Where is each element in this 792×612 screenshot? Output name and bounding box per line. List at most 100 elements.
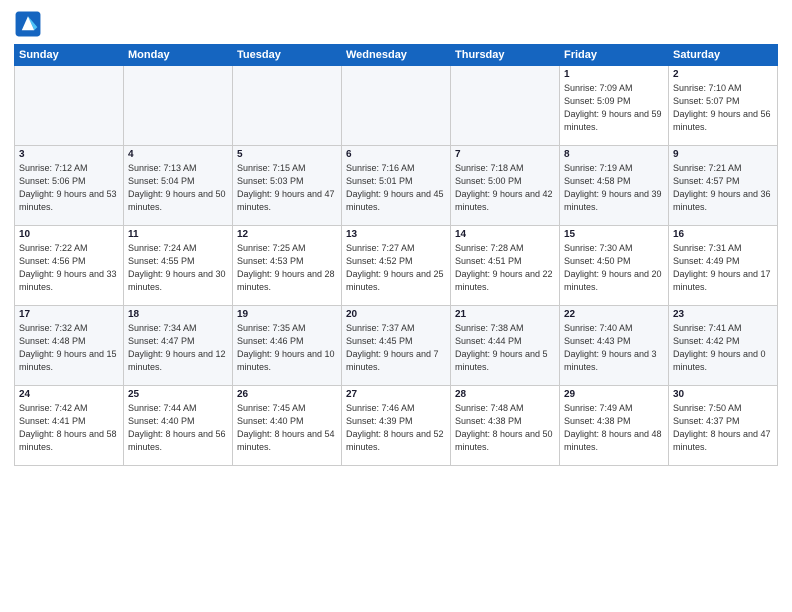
main-container: SundayMondayTuesdayWednesdayThursdayFrid… [0, 0, 792, 474]
day-info: Sunrise: 7:37 AM Sunset: 4:45 PM Dayligh… [346, 322, 446, 374]
calendar-cell [15, 66, 124, 146]
day-number: 26 [237, 389, 337, 400]
day-info: Sunrise: 7:45 AM Sunset: 4:40 PM Dayligh… [237, 402, 337, 454]
day-number: 22 [564, 309, 664, 320]
calendar-cell: 12Sunrise: 7:25 AM Sunset: 4:53 PM Dayli… [233, 226, 342, 306]
weekday-header-monday: Monday [124, 45, 233, 66]
calendar-cell: 20 Sunrise: 7:37 AM Sunset: 4:45 PM Dayli… [342, 306, 451, 386]
day-info: Sunrise: 7:28 AM Sunset: 4:51 PM Dayligh… [455, 242, 555, 294]
calendar-cell: 13 Sunrise: 7:27 AM Sunset: 4:52 PM Dayli… [342, 226, 451, 306]
calendar-cell: 18 Sunrise: 7:34 AM Sunset: 4:47 PM Dayli… [124, 306, 233, 386]
day-number: 27 [346, 389, 446, 400]
day-number: 14 [455, 229, 555, 240]
calendar-cell: 26 Sunrise: 7:45 AM Sunset: 4:40 PM Dayli… [233, 386, 342, 466]
day-info: Sunrise: 7:42 AM Sunset: 4:41 PM Dayligh… [19, 402, 119, 454]
weekday-header-sunday: Sunday [15, 45, 124, 66]
weekday-header-saturday: Saturday [669, 45, 778, 66]
calendar-table: SundayMondayTuesdayWednesdayThursdayFrid… [14, 44, 778, 466]
calendar-cell: 5 Sunrise: 7:15 AM Sunset: 5:03 PM Daylig… [233, 146, 342, 226]
weekday-header-thursday: Thursday [451, 45, 560, 66]
day-number: 24 [19, 389, 119, 400]
calendar-cell: 17 Sunrise: 7:32 AM Sunset: 4:48 PM Dayli… [15, 306, 124, 386]
week-row-4: 17 Sunrise: 7:32 AM Sunset: 4:48 PM Dayli… [15, 306, 778, 386]
calendar-cell: 27 Sunrise: 7:46 AM Sunset: 4:39 PM Dayli… [342, 386, 451, 466]
day-info: Sunrise: 7:12 AM Sunset: 5:06 PM Dayligh… [19, 162, 119, 214]
day-number: 10 [19, 229, 119, 240]
day-info: Sunrise: 7:27 AM Sunset: 4:52 PM Dayligh… [346, 242, 446, 294]
calendar-cell: 10 Sunrise: 7:22 AM Sunset: 4:56 PM Dayli… [15, 226, 124, 306]
calendar-cell: 6 Sunrise: 7:16 AM Sunset: 5:01 PM Daylig… [342, 146, 451, 226]
calendar-cell: 16Sunrise: 7:31 AM Sunset: 4:49 PM Dayli… [669, 226, 778, 306]
day-number: 17 [19, 309, 119, 320]
calendar-cell: 29Sunrise: 7:49 AM Sunset: 4:38 PM Dayli… [560, 386, 669, 466]
day-number: 25 [128, 389, 228, 400]
day-info: Sunrise: 7:44 AM Sunset: 4:40 PM Dayligh… [128, 402, 228, 454]
week-row-5: 24 Sunrise: 7:42 AM Sunset: 4:41 PM Dayli… [15, 386, 778, 466]
day-info: Sunrise: 7:09 AM Sunset: 5:09 PM Dayligh… [564, 82, 664, 134]
day-info: Sunrise: 7:24 AM Sunset: 4:55 PM Dayligh… [128, 242, 228, 294]
week-row-2: 3Sunrise: 7:12 AM Sunset: 5:06 PM Daylig… [15, 146, 778, 226]
day-number: 21 [455, 309, 555, 320]
calendar-cell: 4Sunrise: 7:13 AM Sunset: 5:04 PM Daylig… [124, 146, 233, 226]
calendar-cell: 25 Sunrise: 7:44 AM Sunset: 4:40 PM Dayli… [124, 386, 233, 466]
day-info: Sunrise: 7:46 AM Sunset: 4:39 PM Dayligh… [346, 402, 446, 454]
weekday-header-wednesday: Wednesday [342, 45, 451, 66]
day-info: Sunrise: 7:19 AM Sunset: 4:58 PM Dayligh… [564, 162, 664, 214]
day-info: Sunrise: 7:22 AM Sunset: 4:56 PM Dayligh… [19, 242, 119, 294]
calendar-cell [342, 66, 451, 146]
calendar-cell: 9 Sunrise: 7:21 AM Sunset: 4:57 PM Daylig… [669, 146, 778, 226]
day-number: 12 [237, 229, 337, 240]
day-info: Sunrise: 7:21 AM Sunset: 4:57 PM Dayligh… [673, 162, 773, 214]
day-info: Sunrise: 7:30 AM Sunset: 4:50 PM Dayligh… [564, 242, 664, 294]
day-number: 9 [673, 149, 773, 160]
day-number: 5 [237, 149, 337, 160]
header [14, 10, 778, 38]
day-number: 6 [346, 149, 446, 160]
calendar-cell: 15 Sunrise: 7:30 AM Sunset: 4:50 PM Dayli… [560, 226, 669, 306]
day-info: Sunrise: 7:48 AM Sunset: 4:38 PM Dayligh… [455, 402, 555, 454]
day-number: 19 [237, 309, 337, 320]
calendar-cell: 2Sunrise: 7:10 AM Sunset: 5:07 PM Daylig… [669, 66, 778, 146]
day-number: 18 [128, 309, 228, 320]
day-info: Sunrise: 7:13 AM Sunset: 5:04 PM Dayligh… [128, 162, 228, 214]
week-row-1: 1 Sunrise: 7:09 AM Sunset: 5:09 PM Daylig… [15, 66, 778, 146]
weekday-header-row: SundayMondayTuesdayWednesdayThursdayFrid… [15, 45, 778, 66]
calendar-cell: 21Sunrise: 7:38 AM Sunset: 4:44 PM Dayli… [451, 306, 560, 386]
weekday-header-tuesday: Tuesday [233, 45, 342, 66]
calendar-cell [233, 66, 342, 146]
weekday-header-friday: Friday [560, 45, 669, 66]
day-info: Sunrise: 7:41 AM Sunset: 4:42 PM Dayligh… [673, 322, 773, 374]
calendar-cell: 14 Sunrise: 7:28 AM Sunset: 4:51 PM Dayli… [451, 226, 560, 306]
calendar-cell [451, 66, 560, 146]
calendar-cell: 22 Sunrise: 7:40 AM Sunset: 4:43 PM Dayli… [560, 306, 669, 386]
day-number: 28 [455, 389, 555, 400]
calendar-cell: 1 Sunrise: 7:09 AM Sunset: 5:09 PM Daylig… [560, 66, 669, 146]
logo [14, 10, 44, 38]
logo-icon [14, 10, 42, 38]
day-info: Sunrise: 7:15 AM Sunset: 5:03 PM Dayligh… [237, 162, 337, 214]
week-row-3: 10 Sunrise: 7:22 AM Sunset: 4:56 PM Dayli… [15, 226, 778, 306]
day-number: 29 [564, 389, 664, 400]
day-number: 30 [673, 389, 773, 400]
calendar-cell: 30Sunrise: 7:50 AM Sunset: 4:37 PM Dayli… [669, 386, 778, 466]
calendar-cell: 28 Sunrise: 7:48 AM Sunset: 4:38 PM Dayli… [451, 386, 560, 466]
calendar-cell: 3Sunrise: 7:12 AM Sunset: 5:06 PM Daylig… [15, 146, 124, 226]
day-info: Sunrise: 7:40 AM Sunset: 4:43 PM Dayligh… [564, 322, 664, 374]
day-number: 8 [564, 149, 664, 160]
day-info: Sunrise: 7:32 AM Sunset: 4:48 PM Dayligh… [19, 322, 119, 374]
day-info: Sunrise: 7:34 AM Sunset: 4:47 PM Dayligh… [128, 322, 228, 374]
day-number: 1 [564, 69, 664, 80]
day-number: 20 [346, 309, 446, 320]
day-number: 16 [673, 229, 773, 240]
calendar-cell: 7 Sunrise: 7:18 AM Sunset: 5:00 PM Daylig… [451, 146, 560, 226]
day-number: 15 [564, 229, 664, 240]
day-info: Sunrise: 7:16 AM Sunset: 5:01 PM Dayligh… [346, 162, 446, 214]
day-number: 7 [455, 149, 555, 160]
day-info: Sunrise: 7:18 AM Sunset: 5:00 PM Dayligh… [455, 162, 555, 214]
calendar-cell: 8 Sunrise: 7:19 AM Sunset: 4:58 PM Daylig… [560, 146, 669, 226]
day-number: 11 [128, 229, 228, 240]
day-number: 23 [673, 309, 773, 320]
day-number: 13 [346, 229, 446, 240]
calendar-cell: 24 Sunrise: 7:42 AM Sunset: 4:41 PM Dayli… [15, 386, 124, 466]
calendar-cell: 19Sunrise: 7:35 AM Sunset: 4:46 PM Dayli… [233, 306, 342, 386]
